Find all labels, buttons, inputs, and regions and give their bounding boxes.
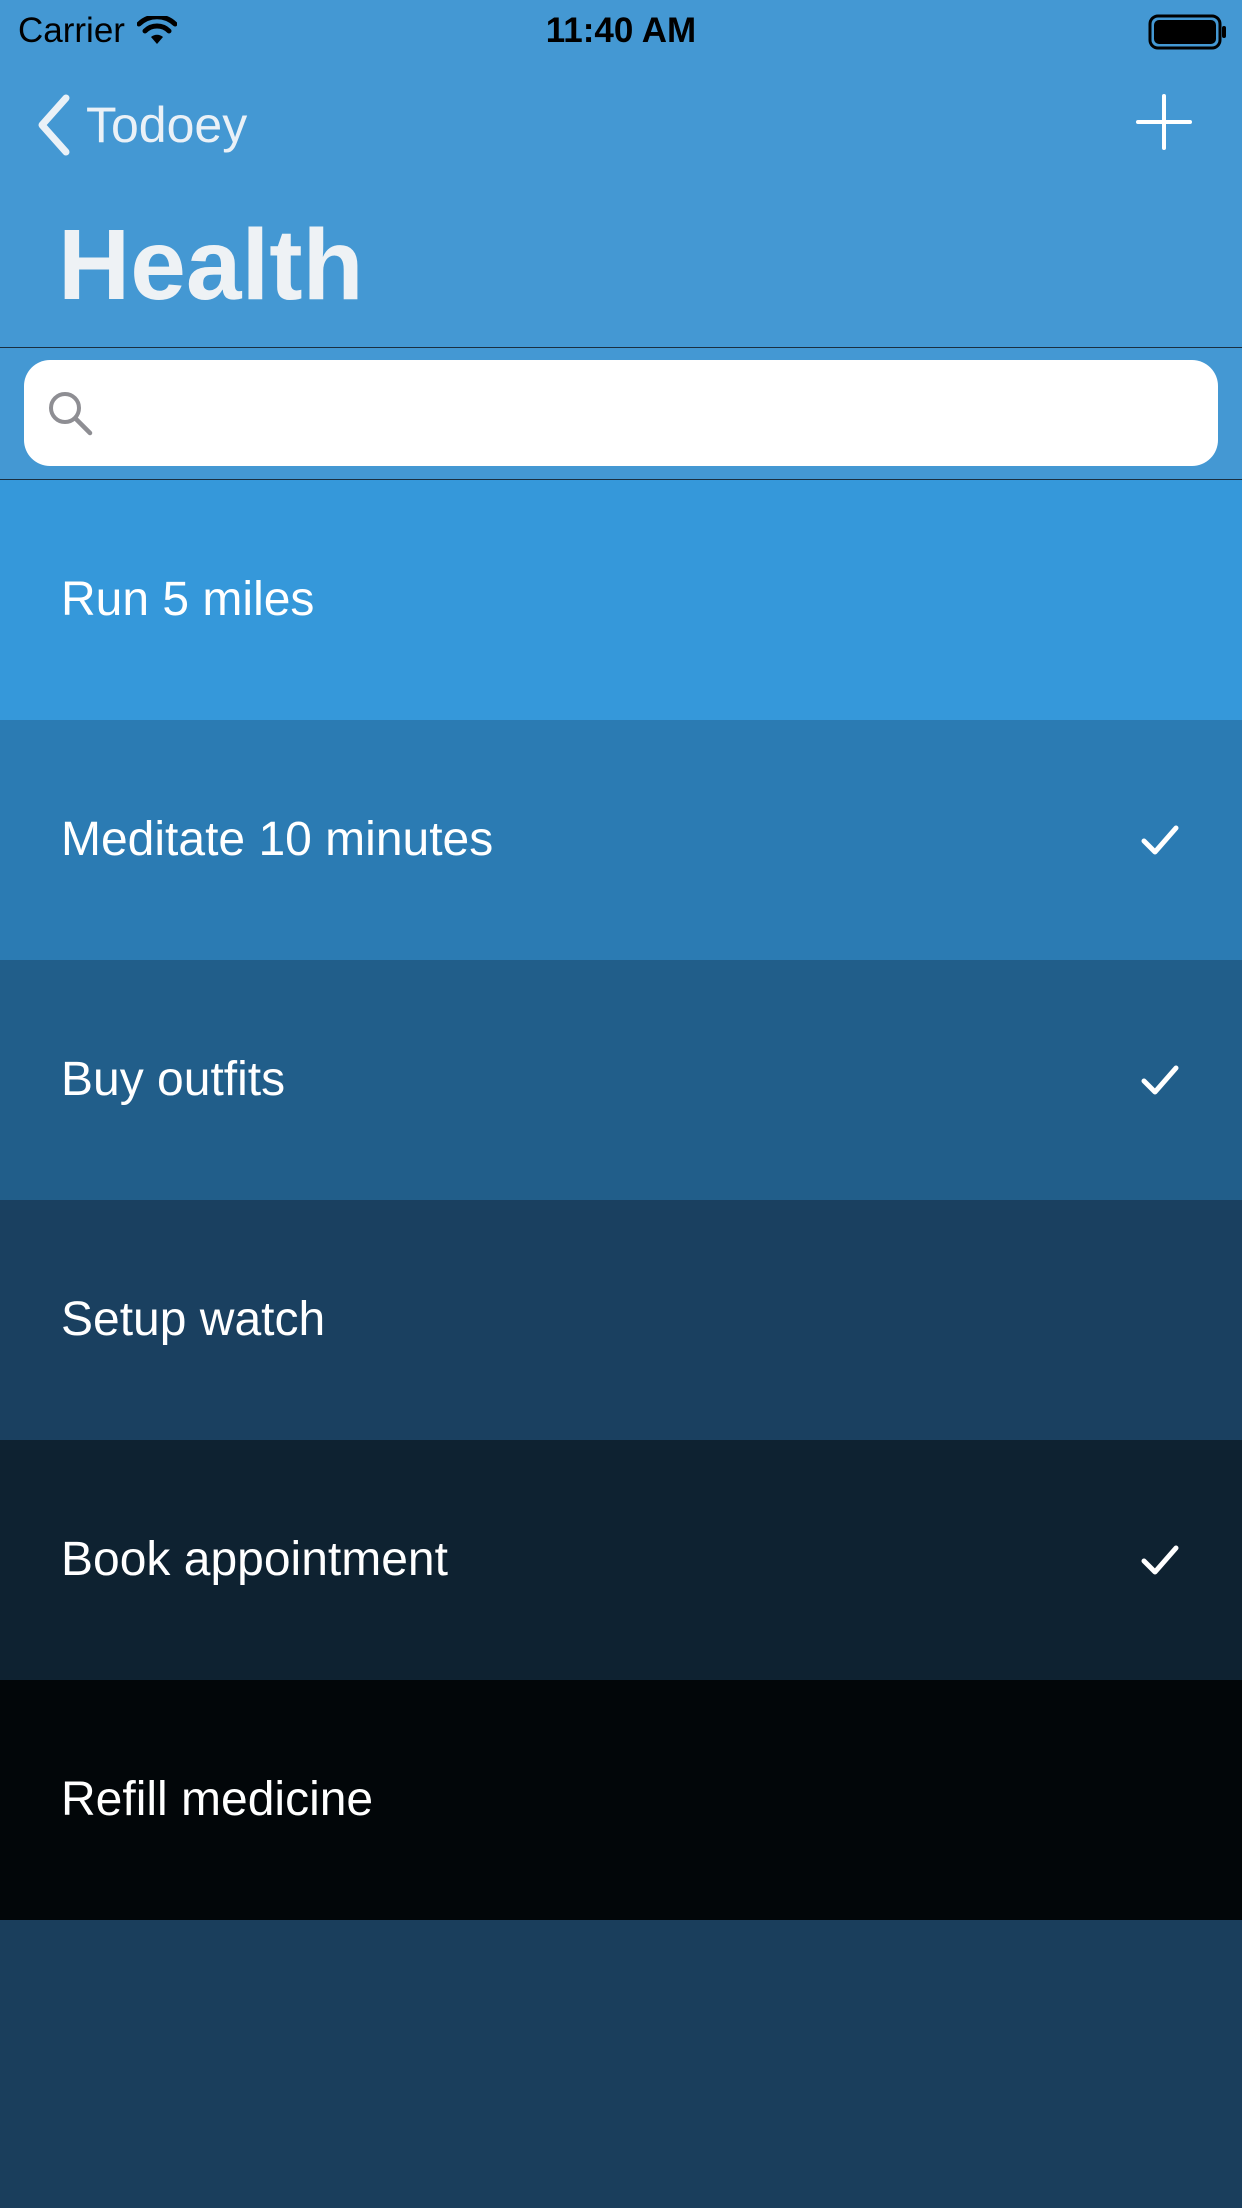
battery-icon — [1148, 14, 1226, 50]
back-button-label: Todoey — [86, 97, 248, 153]
list-item[interactable]: Book appointment — [0, 1440, 1242, 1680]
status-bar: Carrier 11:40 AM — [0, 0, 1242, 60]
search-icon — [49, 392, 93, 436]
back-button[interactable]: Todoey — [36, 94, 247, 156]
page-title: Health — [58, 209, 364, 321]
list-item[interactable]: Setup watch — [0, 1200, 1242, 1440]
checkmark-icon — [1141, 825, 1179, 855]
navigation-header: Carrier 11:40 AM Todoey Health — [0, 0, 1242, 347]
list-item[interactable]: Buy outfits — [0, 960, 1242, 1200]
item-title: Setup watch — [61, 1293, 326, 1346]
search-input[interactable] — [110, 387, 1194, 439]
item-title: Meditate 10 minutes — [61, 813, 494, 866]
item-title: Buy outfits — [61, 1053, 286, 1106]
search-band — [0, 348, 1242, 479]
search-bar[interactable] — [24, 360, 1218, 466]
status-time: 11:40 AM — [545, 11, 697, 50]
plus-icon[interactable] — [1136, 94, 1192, 150]
nav-bar: Todoey — [0, 80, 1242, 176]
list-item[interactable]: Run 5 miles — [0, 480, 1242, 720]
list-item[interactable]: Meditate 10 minutes — [0, 720, 1242, 960]
checkmark-icon — [1141, 1065, 1179, 1095]
chevron-left-icon — [38, 94, 70, 156]
item-title: Book appointment — [61, 1533, 448, 1586]
item-title: Refill medicine — [61, 1773, 374, 1826]
list-item[interactable]: Refill medicine — [0, 1680, 1242, 1920]
checkmark-icon — [1141, 1545, 1179, 1575]
todo-list: Run 5 miles Meditate 10 minutes Buy outf… — [0, 480, 1242, 1920]
item-title: Run 5 miles — [61, 573, 315, 626]
